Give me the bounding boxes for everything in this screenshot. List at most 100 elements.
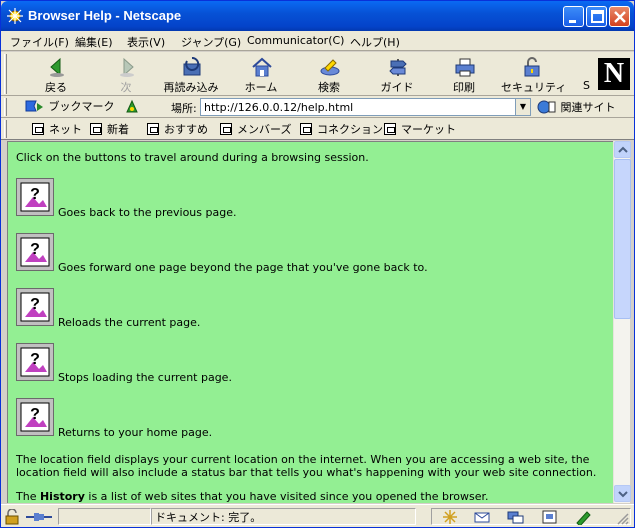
mail-icon[interactable]	[474, 509, 492, 525]
related-sites-icon	[537, 100, 556, 114]
forward-help-image[interactable]: ?	[16, 233, 54, 271]
home-icon	[252, 57, 272, 77]
netscape-logo[interactable]: N	[598, 58, 630, 90]
location-dropdown-button[interactable]: ▼	[515, 98, 531, 116]
home-help-image[interactable]: ?	[16, 398, 54, 436]
link-members[interactable]: メンバーズ	[220, 121, 291, 137]
menu-help[interactable]: ヘルプ(H)	[350, 34, 400, 50]
back-button[interactable]: 戻る	[26, 54, 86, 94]
forward-button[interactable]: 次	[96, 54, 156, 94]
scroll-up-button[interactable]	[614, 141, 631, 158]
title-bar[interactable]: Browser Help - Netscape	[1, 1, 634, 31]
menu-go[interactable]: ジャンプ(G)	[181, 34, 241, 50]
scroll-thumb[interactable]	[614, 159, 631, 319]
broken-image-icon: ?	[20, 402, 50, 432]
navigator-icon[interactable]	[441, 509, 459, 525]
history-description: The History is a list of web sites that …	[16, 490, 488, 503]
bookmark-page-icon	[384, 123, 396, 135]
reload-help-image[interactable]: ?	[16, 288, 54, 326]
back-label: 戻る	[45, 81, 67, 94]
menu-edit[interactable]: 編集(E)	[75, 34, 113, 50]
menu-view[interactable]: 表示(V)	[127, 34, 165, 50]
broken-image-icon: ?	[20, 237, 50, 267]
print-label: 印刷	[453, 81, 475, 94]
discussion-icon[interactable]	[507, 509, 525, 525]
progress-cell	[58, 508, 151, 525]
address-book-icon[interactable]	[541, 509, 559, 525]
location-label: 場所:	[171, 102, 197, 115]
status-text: ドキュメント: 完了。	[155, 511, 262, 524]
help-item-reload: Reloads the current page.	[58, 316, 201, 329]
home-button[interactable]: ホーム	[231, 54, 291, 94]
stop-label: S	[583, 79, 590, 92]
location-grip[interactable]	[4, 98, 7, 116]
forward-label: 次	[120, 81, 132, 94]
search-button[interactable]: 検索	[299, 54, 359, 94]
composer-icon[interactable]	[575, 509, 593, 525]
security-lock-icon[interactable]	[4, 509, 22, 525]
search-label: 検索	[318, 81, 340, 94]
minimize-button[interactable]	[563, 6, 584, 27]
link-label: おすすめ	[164, 123, 208, 136]
link-net[interactable]: ネット	[32, 121, 82, 137]
netscape-app-icon	[7, 8, 23, 24]
help-item-forward: Goes forward one page beyond the page th…	[58, 261, 428, 274]
related-sites-button[interactable]: 関連サイト	[537, 99, 616, 115]
back-help-image[interactable]: ?	[16, 178, 54, 216]
print-button[interactable]: 印刷	[434, 54, 494, 94]
related-sites-label: 関連サイト	[560, 101, 616, 114]
chevron-up-icon	[618, 146, 628, 153]
link-recommended[interactable]: おすすめ	[147, 121, 208, 137]
help-item-home: Returns to your home page.	[58, 426, 213, 439]
forward-arrow-icon	[120, 57, 134, 77]
stop-button[interactable]: S	[569, 54, 599, 94]
location-url-input[interactable]: http://126.0.0.12/help.html	[200, 98, 517, 116]
connection-plug-icon	[26, 513, 52, 521]
bookmark-page-icon	[147, 123, 159, 135]
stop-help-image[interactable]: ?	[16, 343, 54, 381]
maximize-button[interactable]	[586, 6, 607, 27]
link-label: 新着	[107, 123, 129, 136]
padlock-icon	[524, 57, 540, 77]
broken-image-icon: ?	[20, 347, 50, 377]
links-grip[interactable]	[4, 120, 7, 138]
location-description-line2: location field will also include a statu…	[16, 466, 597, 479]
toolbar-grip[interactable]	[4, 54, 7, 94]
bookmark-page-icon	[90, 123, 102, 135]
svg-text:?: ?	[30, 406, 40, 423]
bookmark-page-icon	[300, 123, 312, 135]
reload-label: 再読み込み	[163, 81, 219, 94]
location-description-line1: The location field displays your current…	[16, 453, 590, 466]
link-market[interactable]: マーケット	[384, 121, 456, 137]
bookmarks-button[interactable]: ブックマーク	[25, 98, 115, 114]
reload-button[interactable]: 再読み込み	[161, 54, 221, 94]
link-connection[interactable]: コネクション	[300, 121, 383, 137]
menu-bar: ファイル(F) 編集(E) 表示(V) ジャンプ(G) Communicator…	[1, 31, 634, 51]
guide-button[interactable]: ガイド	[367, 54, 427, 94]
bookmarks-label: ブックマーク	[48, 100, 115, 113]
help-item-back: Goes back to the previous page.	[58, 206, 237, 219]
close-button[interactable]	[609, 6, 630, 27]
menu-communicator[interactable]: Communicator(C)	[247, 34, 344, 47]
close-icon	[614, 11, 626, 23]
resize-grip-icon[interactable]	[615, 511, 629, 525]
minimize-icon	[569, 20, 576, 23]
component-bar	[431, 508, 631, 525]
security-button[interactable]: セキュリティ	[501, 54, 566, 94]
svg-text:?: ?	[30, 296, 40, 313]
history-post: is a list of web sites that you have vis…	[84, 490, 489, 503]
link-label: メンバーズ	[237, 123, 292, 136]
menu-file[interactable]: ファイル(F)	[10, 34, 69, 50]
location-toolbar: ブックマーク 場所: http://126.0.0.12/help.html ▼…	[1, 96, 634, 118]
personal-toolbar: ネット 新着 おすすめ メンバーズ コネクション マーケット	[1, 118, 634, 140]
vertical-scrollbar[interactable]	[613, 141, 631, 503]
link-label: マーケット	[401, 123, 456, 136]
window-title: Browser Help - Netscape	[28, 8, 182, 23]
page-proxy-icon[interactable]	[124, 99, 140, 115]
status-bar: ドキュメント: 完了。	[1, 504, 634, 527]
link-new[interactable]: 新着	[90, 121, 129, 137]
chevron-down-icon	[618, 491, 628, 498]
scroll-down-button[interactable]	[614, 485, 631, 502]
guide-signpost-icon	[389, 59, 407, 76]
page-content: Click on the buttons to travel around du…	[7, 141, 613, 503]
